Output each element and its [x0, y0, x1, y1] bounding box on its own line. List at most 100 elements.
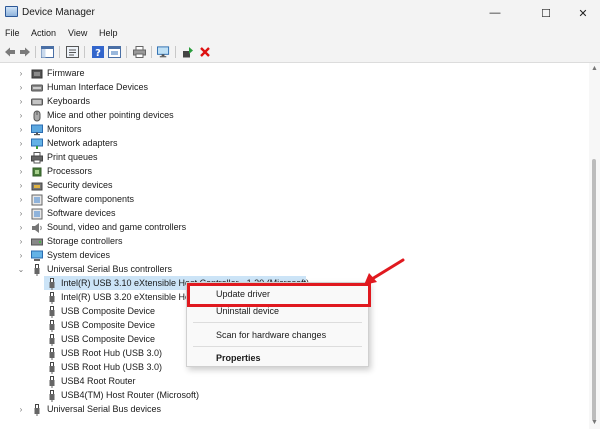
- category-item[interactable]: › Sound, video and game controllers: [0, 221, 589, 235]
- menu-action[interactable]: Action: [31, 28, 56, 38]
- tree-item-label: USB Composite Device: [61, 334, 156, 344]
- chevron-right-icon[interactable]: ›: [17, 69, 25, 79]
- tree-item-label: Keyboards: [47, 96, 91, 106]
- keyboard-icon: [31, 96, 43, 108]
- minimize-button[interactable]: —: [480, 3, 510, 23]
- annotation-arrow-icon: [364, 258, 405, 285]
- chevron-right-icon[interactable]: ›: [17, 83, 25, 93]
- chevron-right-icon[interactable]: ›: [17, 139, 25, 149]
- category-item[interactable]: › Monitors: [0, 123, 589, 137]
- tree-item-label: USB Root Hub (USB 3.0): [61, 362, 163, 372]
- usb-icon: [46, 390, 58, 402]
- usb-icon: [46, 320, 58, 332]
- window-title: Device Manager: [22, 7, 95, 18]
- device-item[interactable]: USB4 Root Router: [0, 375, 589, 389]
- update-driver-icon[interactable]: [181, 45, 194, 58]
- uninstall-icon[interactable]: [198, 45, 211, 58]
- toolbar: ?: [0, 42, 600, 63]
- system-icon: [31, 250, 43, 262]
- back-arrow-icon[interactable]: [3, 45, 16, 58]
- title-bar: Device Manager — ☐ ✕: [0, 0, 600, 26]
- chevron-right-icon[interactable]: ›: [17, 223, 25, 233]
- tree-item-label: Mice and other pointing devices: [47, 110, 174, 120]
- category-item[interactable]: › Firmware: [0, 67, 589, 81]
- tree-item-label: Universal Serial Bus controllers: [47, 264, 173, 274]
- menu-properties[interactable]: Properties: [187, 350, 368, 366]
- close-button[interactable]: ✕: [568, 3, 598, 23]
- scroll-thumb[interactable]: [592, 159, 596, 421]
- device-manager-icon: [5, 6, 18, 17]
- print-icon[interactable]: [133, 45, 146, 58]
- category-item[interactable]: › Processors: [0, 165, 589, 179]
- category-item[interactable]: › Keyboards: [0, 95, 589, 109]
- annotation-highlight-box: [187, 283, 371, 307]
- maximize-button[interactable]: ☐: [531, 3, 561, 23]
- chevron-right-icon[interactable]: ›: [17, 209, 25, 219]
- chevron-right-icon[interactable]: ›: [17, 251, 25, 261]
- chevron-right-icon[interactable]: ›: [17, 111, 25, 121]
- tree-item-label: USB4(TM) Host Router (Microsoft): [61, 390, 200, 400]
- menu-scan-hardware[interactable]: Scan for hardware changes: [187, 327, 368, 343]
- category-item[interactable]: › Universal Serial Bus devices: [0, 403, 589, 417]
- category-item[interactable]: ⌄ Universal Serial Bus controllers: [0, 263, 589, 277]
- properties-icon[interactable]: [66, 45, 79, 58]
- sound-icon: [31, 222, 43, 234]
- tree-item-label: Security devices: [47, 180, 113, 190]
- chevron-right-icon[interactable]: ›: [17, 97, 25, 107]
- chevron-down-icon[interactable]: ⌄: [17, 265, 25, 275]
- properties-label: Properties: [216, 353, 261, 363]
- scan-hardware-icon[interactable]: [157, 45, 170, 58]
- forward-arrow-icon[interactable]: [18, 45, 31, 58]
- network-icon: [31, 138, 43, 150]
- category-item[interactable]: › Security devices: [0, 179, 589, 193]
- usb-icon: [31, 404, 43, 416]
- usb-icon: [46, 348, 58, 360]
- category-item[interactable]: › System devices: [0, 249, 589, 263]
- category-item[interactable]: › Mice and other pointing devices: [0, 109, 589, 123]
- hid-icon: [31, 82, 43, 94]
- usb-icon: [46, 334, 58, 346]
- device-item[interactable]: USB4(TM) Host Router (Microsoft): [0, 389, 589, 403]
- category-item[interactable]: › Software components: [0, 193, 589, 207]
- chevron-right-icon[interactable]: ›: [17, 153, 25, 163]
- chevron-right-icon[interactable]: ›: [17, 237, 25, 247]
- category-item[interactable]: › Network adapters: [0, 137, 589, 151]
- usb-icon: [46, 306, 58, 318]
- tree-item-label: Software components: [47, 194, 135, 204]
- usb-icon: [46, 362, 58, 374]
- chevron-right-icon[interactable]: ›: [17, 125, 25, 135]
- scrollbar[interactable]: ▲ ▼: [589, 63, 600, 429]
- category-item[interactable]: › Software devices: [0, 207, 589, 221]
- processor-icon: [31, 166, 43, 178]
- category-item[interactable]: › Print queues: [0, 151, 589, 165]
- chevron-right-icon[interactable]: ›: [17, 167, 25, 177]
- chevron-right-icon[interactable]: ›: [17, 405, 25, 415]
- tree-item-label: Sound, video and game controllers: [47, 222, 187, 232]
- svg-text:?: ?: [95, 48, 101, 58]
- view-icon[interactable]: [108, 45, 121, 58]
- firmware-icon: [31, 68, 43, 80]
- security-icon: [31, 180, 43, 192]
- storage-icon: [31, 236, 43, 248]
- menu-file[interactable]: File: [5, 28, 20, 38]
- scroll-up-arrow-icon[interactable]: ▲: [591, 65, 598, 72]
- category-item[interactable]: › Storage controllers: [0, 235, 589, 249]
- uninstall-device-label: Uninstall device: [216, 306, 280, 316]
- usb-icon: [46, 292, 58, 304]
- menu-view[interactable]: View: [68, 28, 87, 38]
- tree-item-label: System devices: [47, 250, 111, 260]
- tree-item-label: Network adapters: [47, 138, 118, 148]
- category-item[interactable]: › Human Interface Devices: [0, 81, 589, 95]
- tree-item-label: USB Composite Device: [61, 306, 156, 316]
- console-tree-icon[interactable]: [41, 45, 54, 58]
- tree-item-label: USB4 Root Router: [61, 376, 136, 386]
- software-icon: [31, 194, 43, 206]
- chevron-right-icon[interactable]: ›: [17, 195, 25, 205]
- menu-help[interactable]: Help: [99, 28, 118, 38]
- scroll-down-arrow-icon[interactable]: ▼: [591, 419, 598, 426]
- help-icon[interactable]: ?: [91, 45, 104, 58]
- mouse-icon: [31, 110, 43, 122]
- software-icon: [31, 208, 43, 220]
- usb-icon: [46, 278, 58, 290]
- chevron-right-icon[interactable]: ›: [17, 181, 25, 191]
